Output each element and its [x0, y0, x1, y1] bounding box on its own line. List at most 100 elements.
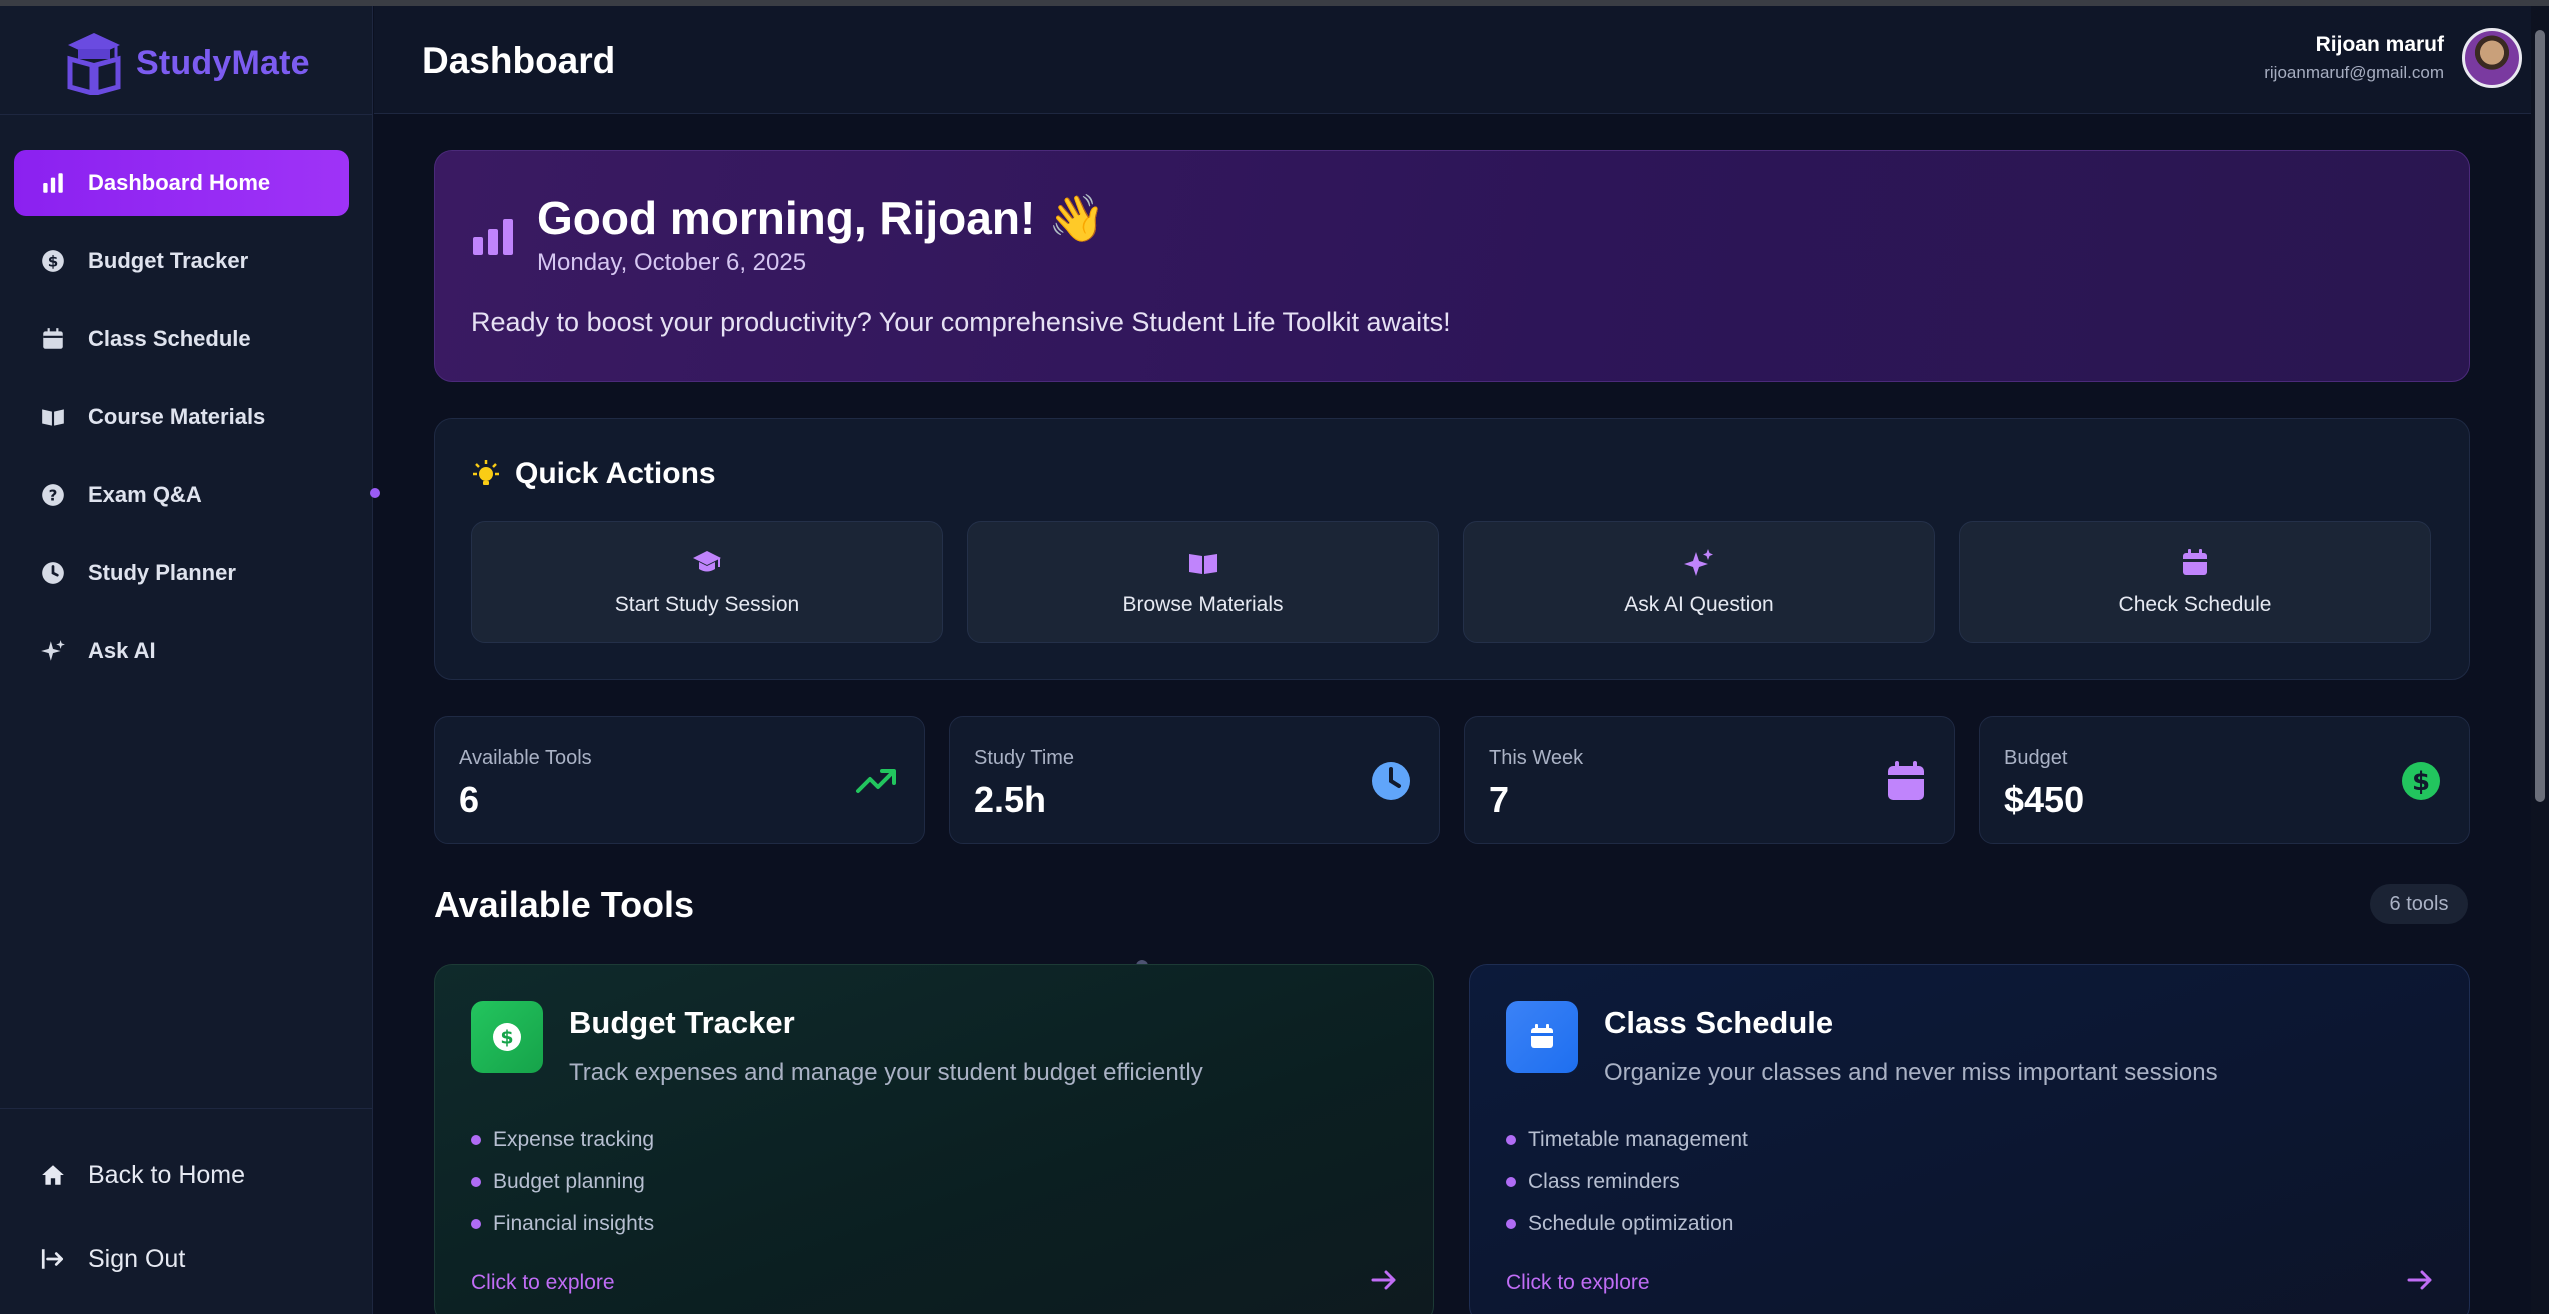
feature-label: Expense tracking [493, 1128, 655, 1151]
svg-text:$: $ [500, 1027, 513, 1049]
clock-icon [40, 560, 66, 586]
tool-features: Timetable management Class reminders Sch… [1506, 1119, 1748, 1245]
quick-actions-panel: Quick Actions Start Study Session Browse… [434, 418, 2470, 680]
sign-out-button[interactable]: Sign Out [14, 1226, 349, 1292]
sidebar-item-budget-tracker[interactable]: $ Budget Tracker [14, 228, 349, 294]
bullet-dot [1506, 1177, 1516, 1187]
bar-chart-icon [40, 170, 66, 196]
calendar-icon [2183, 549, 2207, 575]
tool-description: Organize your classes and never miss imp… [1604, 1059, 2218, 1086]
stat-card-this-week: This Week 7 [1464, 716, 1955, 844]
feature-label: Timetable management [1528, 1128, 1748, 1151]
brand[interactable]: StudyMate [66, 28, 310, 98]
quick-action-label: Start Study Session [614, 593, 800, 616]
back-to-home-button[interactable]: Back to Home [14, 1142, 349, 1208]
sidebar-item-dashboard-home[interactable]: Dashboard Home [14, 150, 349, 216]
check-schedule-button[interactable]: Check Schedule [1959, 521, 2431, 643]
welcome-banner: Good morning, Rijoan! 👋 Monday, October … [434, 150, 2470, 382]
home-icon [40, 1162, 66, 1188]
sparkles-icon [40, 638, 66, 664]
main-content: Good morning, Rijoan! 👋 Monday, October … [374, 114, 2531, 1314]
svg-text:$: $ [48, 252, 59, 270]
tools-count-badge: 6 tools [2370, 884, 2468, 924]
dollar-circle-icon: $ [493, 1023, 521, 1051]
list-item: Expense tracking [471, 1119, 654, 1161]
list-item: Financial insights [471, 1203, 654, 1245]
list-item: Timetable management [1506, 1119, 1748, 1161]
list-item: Class reminders [1506, 1161, 1748, 1203]
quick-action-label: Check Schedule [2118, 593, 2272, 616]
stat-label: Study Time [974, 747, 1075, 769]
bullet-dot [1506, 1219, 1516, 1229]
sidebar-item-label: Budget Tracker [88, 248, 249, 273]
stat-card-budget: Budget $450 $ [1979, 716, 2470, 844]
scrollbar-thumb[interactable] [2535, 30, 2545, 802]
welcome-title: Good morning, Rijoan! 👋 [537, 192, 1106, 244]
book-open-icon [40, 404, 66, 430]
sidebar: StudyMate Dashboard Home $ Budget Tracke… [0, 6, 373, 1314]
sidebar-item-label: Exam Q&A [88, 482, 202, 507]
page-title: Dashboard [422, 40, 616, 81]
welcome-message: Ready to boost your productivity? Your c… [471, 307, 1451, 337]
sidebar-item-label: Class Schedule [88, 326, 251, 351]
sidebar-item-study-planner[interactable]: Study Planner [14, 540, 349, 606]
tool-icon-container: $ [471, 1001, 543, 1073]
sidebar-item-class-schedule[interactable]: Class Schedule [14, 306, 349, 372]
list-item: Budget planning [471, 1161, 654, 1203]
lightbulb-icon [473, 460, 499, 485]
bar-chart-icon [473, 219, 513, 255]
feature-label: Financial insights [493, 1212, 655, 1235]
bullet-dot [471, 1219, 481, 1229]
ask-ai-question-button[interactable]: Ask AI Question [1463, 521, 1935, 643]
available-tools-heading: Available Tools [434, 884, 695, 925]
tool-description: Track expenses and manage your student b… [569, 1059, 1203, 1086]
sidebar-item-label: Ask AI [88, 638, 156, 663]
feature-label: Schedule optimization [1528, 1212, 1734, 1235]
sidebar-item-label: Study Planner [88, 560, 236, 585]
user-menu[interactable]: Rijoan maruf rijoanmaruf@gmail.com [2264, 28, 2522, 88]
divider [0, 1108, 373, 1109]
tool-card-class-schedule[interactable]: Class Schedule Organize your classes and… [1469, 964, 2470, 1314]
sidebar-footer: Back to Home Sign Out [14, 1142, 349, 1310]
stat-value: 6 [459, 779, 480, 820]
user-name: Rijoan maruf [2315, 33, 2444, 56]
tool-icon-container [1506, 1001, 1578, 1073]
browse-materials-button[interactable]: Browse Materials [967, 521, 1439, 643]
arrow-right-icon[interactable] [1369, 1265, 1399, 1295]
book-open-icon [1189, 554, 1217, 574]
feature-label: Class reminders [1528, 1170, 1680, 1193]
trending-up-icon [856, 769, 896, 793]
graduation-cap-icon [693, 551, 721, 572]
sidebar-item-course-materials[interactable]: Course Materials [14, 384, 349, 450]
top-header: Dashboard Rijoan maruf rijoanmaruf@gmail… [374, 6, 2531, 114]
explore-link[interactable]: Click to explore [471, 1271, 615, 1295]
stats-row: Available Tools 6 Study Time 2.5h This W… [434, 716, 2470, 844]
tool-name: Class Schedule [1604, 1005, 1834, 1040]
sidebar-item-exam-qa[interactable]: ? Exam Q&A [14, 462, 349, 528]
svg-text:?: ? [49, 486, 58, 504]
dollar-circle-icon: $ [40, 248, 66, 274]
question-circle-icon: ? [40, 482, 66, 508]
brand-name: StudyMate [136, 43, 310, 82]
stat-label: Available Tools [459, 747, 592, 769]
stat-value: 7 [1489, 779, 1510, 820]
explore-link[interactable]: Click to explore [1506, 1271, 1650, 1295]
tool-card-budget-tracker[interactable]: $ Budget Tracker Track expenses and mana… [434, 964, 1434, 1314]
page-scrollbar[interactable] [2531, 6, 2549, 1314]
avatar[interactable] [2462, 28, 2522, 88]
quick-actions-title: Quick Actions [515, 457, 716, 490]
stat-card-available-tools: Available Tools 6 [434, 716, 925, 844]
quick-actions-heading: Quick Actions [471, 457, 716, 491]
sparkles-icon [1684, 549, 1713, 576]
tool-features: Expense tracking Budget planning Financi… [471, 1119, 654, 1245]
arrow-right-icon[interactable] [2405, 1265, 2435, 1295]
bullet-dot [471, 1135, 481, 1145]
stat-value: 2.5h [974, 779, 1047, 820]
stat-value: $450 [2004, 779, 2085, 820]
start-study-session-button[interactable]: Start Study Session [471, 521, 943, 643]
list-item: Schedule optimization [1506, 1203, 1748, 1245]
stat-label: This Week [1489, 747, 1584, 769]
bullet-dot [1506, 1135, 1516, 1145]
sign-out-label: Sign Out [88, 1244, 186, 1273]
sidebar-item-ask-ai[interactable]: Ask AI [14, 618, 349, 684]
